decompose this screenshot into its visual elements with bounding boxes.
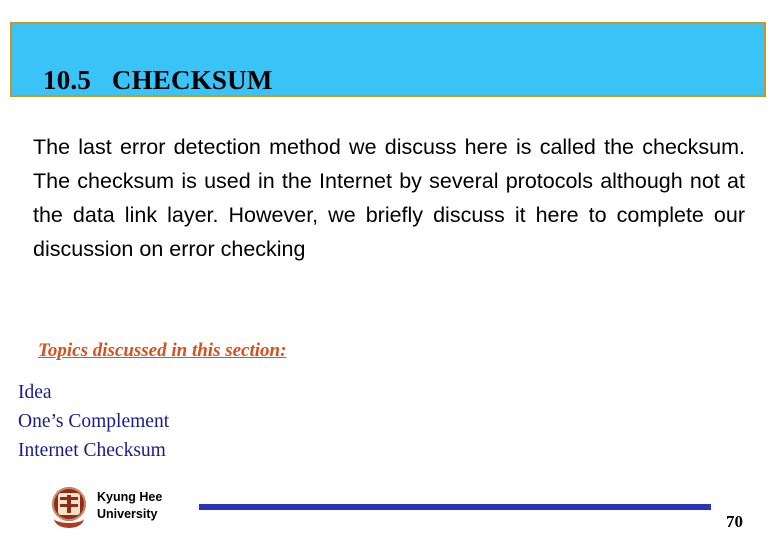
page-title: 10.5 CHECKSUM (43, 65, 273, 95)
topics-list: Idea One’s Complement Internet Checksum (18, 378, 169, 465)
footer-university-line-2: University (97, 507, 158, 521)
footer-university-line-1: Kyung Hee (97, 490, 163, 504)
page-number: 70 (726, 512, 743, 531)
title-banner: 10.5 CHECKSUM (10, 22, 766, 97)
slide-canvas: 10.5 CHECKSUM The last error detection m… (0, 0, 780, 540)
seal-swoosh (54, 509, 84, 528)
list-item: Idea (18, 382, 52, 403)
footer-divider (199, 504, 711, 510)
topics-heading: Topics discussed in this section: (38, 340, 287, 361)
list-item: One’s Complement (18, 411, 170, 432)
footer-university-name: Kyung Hee University (97, 489, 162, 523)
list-item: Internet Checksum (18, 440, 166, 461)
body-paragraph: The last error detection method we discu… (33, 135, 745, 261)
kyung-hee-university-seal-icon (52, 487, 90, 528)
